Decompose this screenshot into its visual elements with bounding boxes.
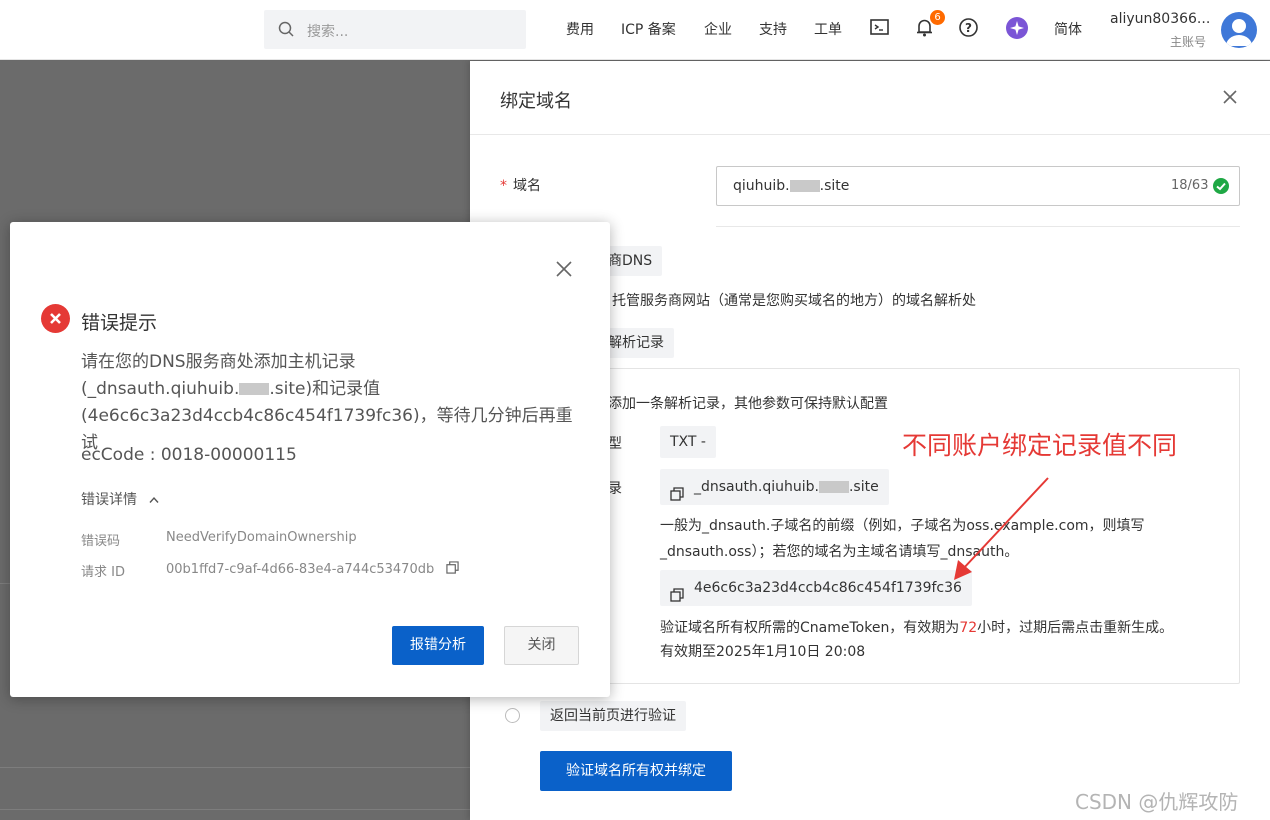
drawer-title: 绑定域名	[500, 91, 572, 112]
copy-icon[interactable]	[446, 561, 460, 578]
add-record-hint: 添加一条解析记录，其他参数可保持默认配置	[608, 396, 888, 412]
search-box[interactable]: 搜索...	[264, 10, 526, 49]
annotation-arrow	[954, 477, 1049, 580]
verify-mode-label[interactable]: 返回当前页进行验证	[540, 701, 686, 731]
host-record-label: 录	[608, 481, 622, 497]
help-icon[interactable]: ?	[958, 17, 979, 42]
close-icon[interactable]	[1222, 89, 1238, 109]
drawer-header: 绑定域名	[470, 61, 1270, 135]
token-expire: 有效期至2025年1月10日 20:08	[660, 644, 866, 660]
domain-label: * 域名	[500, 178, 541, 194]
watermark: CSDN @仇辉攻防	[1075, 790, 1239, 814]
annotation-text: 不同账户绑定记录值不同	[902, 431, 1178, 460]
dialog-title: 错误提示	[81, 312, 158, 334]
avatar[interactable]	[1221, 12, 1257, 48]
divider	[0, 767, 470, 768]
ai-assistant-icon[interactable]	[1005, 16, 1029, 44]
notification-badge: 6	[930, 10, 945, 25]
verify-mode-radio[interactable]	[505, 708, 520, 723]
user-name[interactable]: aliyun80366...	[1110, 11, 1210, 27]
verify-and-bind-button[interactable]: 验证域名所有权并绑定	[540, 751, 732, 791]
top-bar: 搜索... 费用 ICP 备案 企业 支持 工单 6 ? 简体 aliyun80…	[0, 0, 1270, 60]
search-icon	[278, 21, 294, 41]
check-icon	[1213, 178, 1229, 194]
search-placeholder: 搜索...	[307, 24, 349, 40]
request-id-label: 请求 ID	[81, 565, 125, 580]
error-code-value: NeedVerifyDomainOwnership	[166, 530, 357, 545]
user-account-type: 主账号	[1170, 35, 1207, 49]
nav-enterprise[interactable]: 企业	[704, 19, 732, 39]
nav-icp[interactable]: ICP 备案	[621, 19, 676, 39]
divider	[716, 226, 1240, 227]
copy-icon[interactable]	[670, 580, 684, 616]
report-analysis-button[interactable]: 报错分析	[392, 626, 484, 665]
divider	[0, 809, 470, 810]
error-code-label: 错误码	[81, 534, 121, 549]
record-type-value: TXT -	[660, 426, 716, 458]
record-type-label: 型	[608, 436, 622, 452]
copy-icon[interactable]	[670, 479, 684, 515]
record-value[interactable]: 4e6c6c3a23d4ccb4c86c454f1739fc36	[660, 570, 972, 606]
error-detail-toggle[interactable]: 错误详情	[81, 489, 159, 509]
close-button[interactable]: 关闭	[504, 626, 579, 665]
close-icon[interactable]	[555, 260, 573, 282]
error-dialog: 错误提示 请在您的DNS服务商处添加主机记录 (_dnsauth.qiuhuib…	[10, 222, 610, 697]
error-message: 请在您的DNS服务商处添加主机记录 (_dnsauth.qiuhuib. .sit…	[81, 352, 573, 453]
char-counter: 18/63	[1171, 178, 1209, 193]
request-id-value: 00b1ffd7-c9af-4d66-83e4-a744c53470db	[166, 561, 460, 578]
svg-text:?: ?	[965, 21, 972, 35]
nav-support[interactable]: 支持	[759, 19, 787, 39]
nav-ticket[interactable]: 工单	[814, 19, 842, 39]
nav-fees[interactable]: 费用	[566, 19, 594, 39]
domain-value: qiuhuib. .site	[733, 178, 850, 194]
error-icon	[41, 304, 70, 333]
host-record-value[interactable]: _dnsauth.qiuhuib. .site	[660, 469, 889, 505]
language-switch[interactable]: 简体	[1054, 19, 1082, 39]
domain-input[interactable]: qiuhuib. .site 18/63	[716, 166, 1240, 206]
dns-hint: 名托管服务商网站（通常是您购买域名的地方）的域名解析处	[598, 293, 976, 309]
error-ec-code: ecCode : 0018-00000115	[81, 445, 297, 465]
terminal-icon[interactable]	[869, 17, 890, 42]
chevron-up-icon	[149, 492, 159, 508]
prefix-note-line1: 一般为_dnsauth.子域名的前缀（例如，子域名为oss.example.co…	[660, 518, 1145, 534]
token-note: 验证域名所有权所需的CnameToken，有效期为72小时，过期后需点击重新生成…	[660, 620, 1174, 636]
